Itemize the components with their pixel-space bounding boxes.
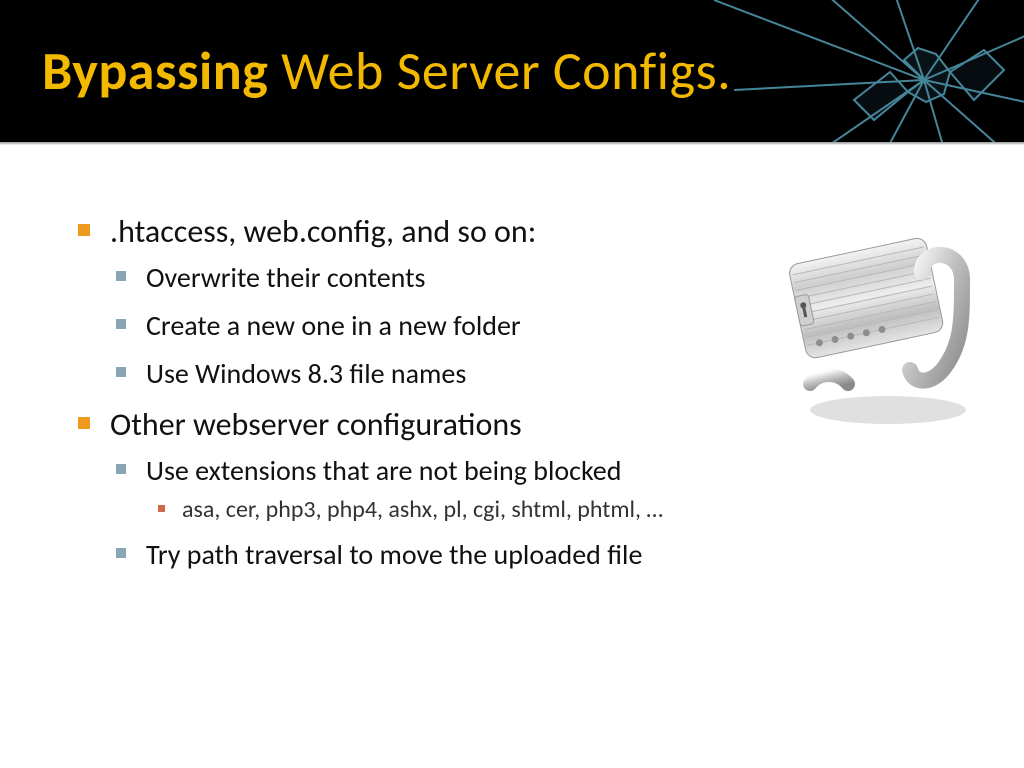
bullet-sublist: Overwrite their contents Create a new on… [110,259,778,392]
bullet-text: Use extensions that are not being blocke… [146,453,621,488]
bullet-text: Other webserver configurations [110,405,522,444]
bullet-l2: Create a new one in a new folder [116,307,778,345]
bullet-sub-sublist: asa, cer, php3, php4, ashx, pl, cgi, sht… [146,494,778,526]
padlock-icon [772,212,992,432]
bullet-sublist: Use extensions that are not being blocke… [110,452,778,574]
bullet-text: .htaccess, web.config, and so on: [110,212,536,251]
slide-body: .htaccess, web.config, and so on: Overwr… [78,210,778,584]
bullet-l2: Use extensions that are not being blocke… [116,452,778,526]
slide-header: Bypassing Web Server Configs. [0,0,1024,142]
bullet-l2: Use Windows 8.3 file names [116,355,778,393]
header-divider [0,142,1024,145]
shatter-decor [704,0,1024,142]
slide-title: Bypassing Web Server Configs. [42,38,731,104]
bullet-l1: .htaccess, web.config, and so on: Overwr… [78,210,778,393]
title-rest: Web Server Configs. [268,38,731,104]
bullet-list: .htaccess, web.config, and so on: Overwr… [78,210,778,574]
bullet-l2: Overwrite their contents [116,259,778,297]
slide: Bypassing Web Server Configs. .htaccess,… [0,0,1024,768]
bullet-l1: Other webserver configurations Use exten… [78,403,778,574]
bullet-l2: Try path traversal to move the uploaded … [116,536,778,574]
bullet-l3: asa, cer, php3, php4, ashx, pl, cgi, sht… [158,494,778,526]
title-accent: Bypassing [42,38,268,104]
